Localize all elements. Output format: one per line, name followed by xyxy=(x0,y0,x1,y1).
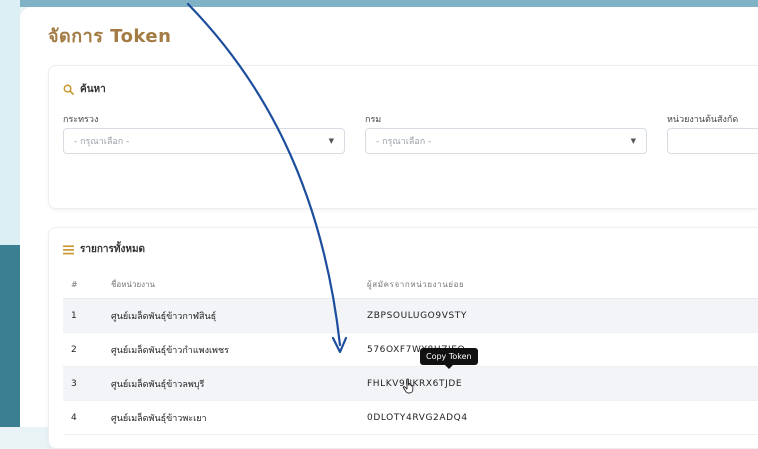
row-number: 1 xyxy=(71,310,77,321)
copy-token-tooltip: Copy Token xyxy=(420,348,478,369)
column-header-agency: ชื่อหน่วยงาน xyxy=(111,279,156,289)
token-value[interactable]: ZBPSOULUGO9VSTY xyxy=(359,311,758,321)
hand-pointer-icon xyxy=(402,378,414,394)
search-card: ค้นหา กระทรวง - กรุณาเลือก - ▼ กรม - กรุ… xyxy=(48,65,758,209)
token-value[interactable]: 0DLOTY4RVG2ADQ4 xyxy=(359,413,758,423)
list-card-title: รายการทั้งหมด xyxy=(80,244,146,255)
search-card-header: ค้นหา xyxy=(63,82,106,97)
table-row: 4 ศูนย์เมล็ดพันธุ์ข้าวพะเยา 0DLOTY4RVG2A… xyxy=(63,401,758,435)
agency-name: ศูนย์เมล็ดพันธุ์ข้าวลพบุรี xyxy=(111,379,205,390)
search-icon xyxy=(63,84,74,95)
token-value[interactable]: FHLKV9UKRX6TJDE xyxy=(359,379,758,389)
main-panel: จัดการ Token ค้นหา กระทรวง - กรุณาเลือก … xyxy=(20,7,758,449)
chevron-down-icon: ▼ xyxy=(328,137,334,145)
column-header-token: ผู้สมัครจากหน่วยงานย่อย xyxy=(367,279,465,289)
background-strip-left-dark xyxy=(0,245,20,427)
ministry-select[interactable]: - กรุณาเลือก - ▼ xyxy=(63,128,345,154)
background-strip-left xyxy=(0,0,20,245)
background-strip-top xyxy=(0,0,758,7)
row-number: 2 xyxy=(71,344,77,355)
search-card-title: ค้นหา xyxy=(80,84,106,95)
department-select[interactable]: - กรุณาเลือก - ▼ xyxy=(365,128,647,154)
list-icon xyxy=(63,244,74,254)
agency-name: ศูนย์เมล็ดพันธุ์ข้าวกำแพงเพชร xyxy=(111,345,229,356)
parent-agency-select[interactable] xyxy=(667,128,758,154)
table-row: 1 ศูนย์เมล็ดพันธุ์ข้าวกาฬสินธุ์ ZBPSOULU… xyxy=(63,299,758,333)
token-value[interactable]: 576OXF7WY8HZJEQ xyxy=(359,345,758,355)
page-title: จัดการ Token xyxy=(48,26,172,47)
agency-name: ศูนย์เมล็ดพันธุ์ข้าวพะเยา xyxy=(111,413,207,424)
token-table: # ชื่อหน่วยงาน ผู้สมัครจากหน่วยงานย่อย 1… xyxy=(63,270,758,435)
ministry-select-value: - กรุณาเลือก - xyxy=(74,137,130,147)
table-row: 2 ศูนย์เมล็ดพันธุ์ข้าวกำแพงเพชร 576OXF7W… xyxy=(63,333,758,367)
department-select-value: - กรุณาเลือก - xyxy=(376,137,432,147)
ministry-label: กระทรวง xyxy=(63,115,99,125)
list-card: รายการทั้งหมด # ชื่อหน่วยงาน ผู้สมัครจาก… xyxy=(48,227,758,449)
row-number: 3 xyxy=(71,378,77,389)
table-header: # ชื่อหน่วยงาน ผู้สมัครจากหน่วยงานย่อย xyxy=(63,270,758,299)
parent-agency-label: หน่วยงานต้นสังกัด xyxy=(667,115,739,125)
agency-name: ศูนย์เมล็ดพันธุ์ข้าวกาฬสินธุ์ xyxy=(111,311,217,322)
column-header-number: # xyxy=(71,279,78,289)
chevron-down-icon: ▼ xyxy=(630,137,636,145)
row-number: 4 xyxy=(71,412,77,423)
department-label: กรม xyxy=(365,115,382,125)
list-card-header: รายการทั้งหมด xyxy=(63,242,145,257)
